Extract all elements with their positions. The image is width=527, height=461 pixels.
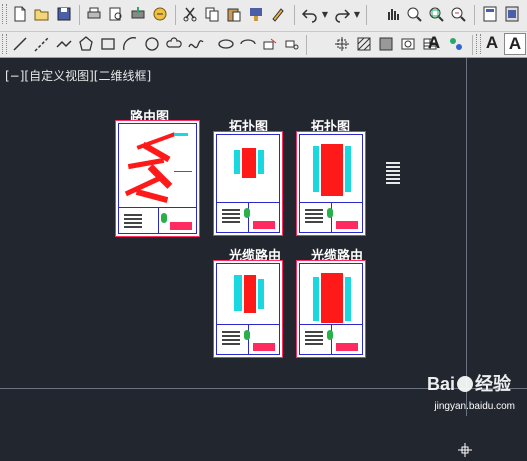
toolbar-grip[interactable] [2, 4, 7, 24]
line-icon[interactable] [10, 34, 30, 54]
zoom-previous-icon[interactable] [448, 4, 468, 24]
brush-icon[interactable] [268, 4, 288, 24]
viewport-label[interactable]: [−][自定义视图][二维线框] [5, 67, 151, 84]
paste-icon[interactable] [224, 4, 244, 24]
sheet-topology-2[interactable] [296, 131, 366, 236]
watermark-brand-right: 经验 [475, 374, 511, 394]
draw-toolbar: A A A [0, 32, 527, 58]
add-selected-icon[interactable] [446, 34, 466, 54]
sheet-cable-route-2[interactable] [296, 260, 366, 358]
match-properties-icon[interactable] [246, 4, 266, 24]
rectangle-icon[interactable] [98, 34, 118, 54]
copy-icon[interactable] [202, 4, 222, 24]
publish-icon[interactable] [150, 4, 170, 24]
undo-icon[interactable] [300, 4, 320, 24]
circle-icon[interactable] [142, 34, 162, 54]
open-icon[interactable] [32, 4, 52, 24]
redo-icon[interactable] [332, 4, 352, 24]
pan-icon[interactable] [382, 4, 402, 24]
polyline-icon[interactable] [54, 34, 74, 54]
zoom-window-icon[interactable] [426, 4, 446, 24]
polygon-icon[interactable] [76, 34, 96, 54]
sheet-cable-route-1[interactable] [213, 260, 283, 358]
undo-dropdown-icon[interactable]: ▼ [321, 4, 329, 24]
text-icon[interactable]: A [504, 33, 526, 55]
watermark-brand-left: Bai [426, 374, 455, 394]
sheet-route-map[interactable] [115, 120, 200, 237]
toolbar-grip[interactable] [476, 34, 481, 54]
drawing-canvas[interactable]: [−][自定义视图][二维线框] 路由图 拓扑图 拓扑图 光缆路由 光缆路由 B… [0, 58, 527, 457]
redo-dropdown-icon[interactable]: ▼ [353, 4, 361, 24]
sheet-topology-1[interactable] [213, 131, 283, 236]
viewport-border-vertical [466, 58, 467, 416]
arc-icon[interactable] [120, 34, 140, 54]
crosshair-cursor-icon [458, 442, 472, 457]
point-icon[interactable] [332, 34, 352, 54]
plot-icon[interactable] [128, 4, 148, 24]
region-icon[interactable] [398, 34, 418, 54]
text-style-icon[interactable]: A [482, 33, 502, 53]
new-icon[interactable] [10, 4, 30, 24]
drawing-legend[interactable] [386, 162, 400, 190]
print-preview-icon[interactable] [106, 4, 126, 24]
construction-line-icon[interactable] [32, 34, 52, 54]
toolbar-grip[interactable] [2, 34, 7, 54]
spline-icon[interactable] [186, 34, 206, 54]
design-center-icon[interactable] [502, 4, 522, 24]
ellipse-arc-icon[interactable] [238, 34, 258, 54]
cut-icon[interactable] [180, 4, 200, 24]
ellipse-icon[interactable] [216, 34, 236, 54]
watermark-logo: Bai 经验 [427, 370, 511, 396]
hatch-icon[interactable] [354, 34, 374, 54]
insert-block-icon[interactable] [260, 34, 280, 54]
print-icon[interactable] [84, 4, 104, 24]
make-block-icon[interactable] [282, 34, 302, 54]
standard-toolbar: ▼ ▼ [0, 0, 527, 32]
watermark-url: jingyan.baidu.com [434, 401, 515, 412]
multiline-text-icon[interactable]: A [424, 33, 444, 53]
save-icon[interactable] [54, 4, 74, 24]
zoom-realtime-icon[interactable] [404, 4, 424, 24]
revision-cloud-icon[interactable] [164, 34, 184, 54]
gradient-icon[interactable] [376, 34, 396, 54]
paw-icon [457, 376, 473, 392]
properties-icon[interactable] [480, 4, 500, 24]
